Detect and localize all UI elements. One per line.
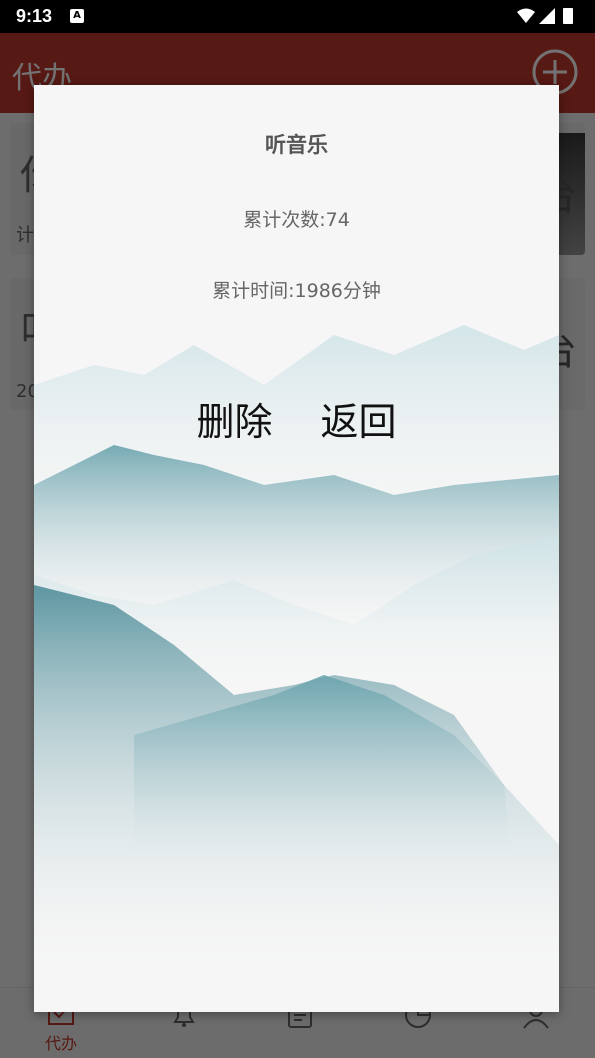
delete-button[interactable]: 删除 (196, 391, 272, 446)
status-icons (515, 6, 579, 30)
total-count-text: 累计次数:74 (243, 209, 350, 231)
dialog-title: 听音乐 (265, 133, 328, 157)
status-bar: 9:13 A (0, 0, 595, 33)
notification-icon: A (70, 9, 84, 23)
status-time: 9:13 (16, 6, 53, 26)
signal-icon (539, 8, 555, 24)
app-screen: 9:13 A 代办 你 计 台 叫 20 台 (0, 0, 595, 1058)
total-time-text: 累计时间:1986分钟 (212, 280, 381, 302)
dialog-actions: 删除 返回 (34, 391, 559, 446)
back-button[interactable]: 返回 (321, 391, 397, 446)
battery-icon (563, 8, 573, 24)
detail-dialog: 听音乐 累计次数:74 累计时间:1986分钟 删除 返回 (34, 85, 559, 1012)
wifi-icon (517, 8, 535, 23)
